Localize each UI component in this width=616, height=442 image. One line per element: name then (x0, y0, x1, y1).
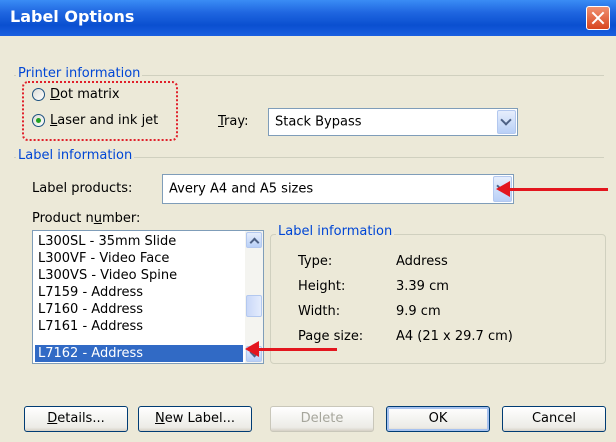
printer-group-label: Printer information (16, 66, 143, 81)
radio-checked-icon[interactable] (32, 114, 45, 127)
height-value: 3.39 cm (396, 279, 449, 294)
details-button[interactable]: Details... (24, 406, 128, 432)
label-products-dropdown[interactable]: Avery A4 and A5 sizes (162, 174, 514, 204)
close-icon[interactable] (586, 6, 610, 30)
page-size-key: Page size: (298, 329, 364, 344)
radio-laser-ink-jet[interactable]: Laser and ink jet (32, 113, 158, 128)
new-label-button[interactable]: New Label... (138, 406, 252, 432)
chevron-down-icon[interactable] (497, 110, 516, 134)
scroll-up-icon[interactable] (246, 232, 262, 248)
width-value: 9.9 cm (396, 304, 441, 319)
tray-dropdown[interactable]: Stack Bypass (268, 108, 518, 136)
page-size-value: A4 (21 x 29.7 cm) (396, 329, 513, 344)
product-number-label: Product number: (32, 211, 141, 226)
list-item[interactable]: L7161 - Address (35, 318, 243, 335)
type-key: Type: (298, 254, 333, 269)
tray-label: Tray: (218, 114, 249, 129)
list-item[interactable]: L7160 - Address (35, 301, 243, 318)
cancel-button[interactable]: Cancel (502, 406, 606, 432)
label-details-title: Label information (276, 224, 395, 239)
title-bar[interactable]: Label Options (0, 0, 616, 36)
width-key: Width: (298, 304, 341, 319)
radio-icon[interactable] (32, 88, 45, 101)
product-number-list[interactable]: L300SL - 35mm Slide L300VF - Video Face … (32, 230, 264, 364)
ok-button[interactable]: OK (386, 406, 490, 432)
radio-laser-label: Laser and ink jet (50, 113, 159, 128)
label-products-value: Avery A4 and A5 sizes (169, 181, 314, 197)
list-item[interactable]: L300VF - Video Face (35, 250, 243, 267)
dialog-title: Label Options (10, 7, 135, 26)
label-products-label: Label products: (32, 181, 133, 196)
list-item-selected[interactable]: L7162 - Address (35, 345, 243, 362)
annotation-arrow-product-number (245, 341, 337, 357)
annotation-arrow-products (496, 181, 608, 197)
height-key: Height: (298, 279, 346, 294)
tray-value: Stack Bypass (275, 114, 362, 130)
list-item[interactable]: L300SL - 35mm Slide (35, 233, 243, 250)
type-value: Address (396, 254, 448, 269)
scroll-thumb[interactable] (246, 295, 262, 317)
label-group-label: Label information (16, 148, 135, 163)
delete-button[interactable]: Delete (270, 406, 374, 432)
list-item[interactable]: L7159 - Address (35, 284, 243, 301)
radio-dot-matrix[interactable]: Dot matrix (32, 87, 120, 102)
label-options-dialog: Label Options Printer information Dot ma… (0, 0, 616, 442)
radio-dot-matrix-label: Dot matrix (50, 87, 120, 102)
list-item[interactable]: L300VS - Video Spine (35, 267, 243, 284)
